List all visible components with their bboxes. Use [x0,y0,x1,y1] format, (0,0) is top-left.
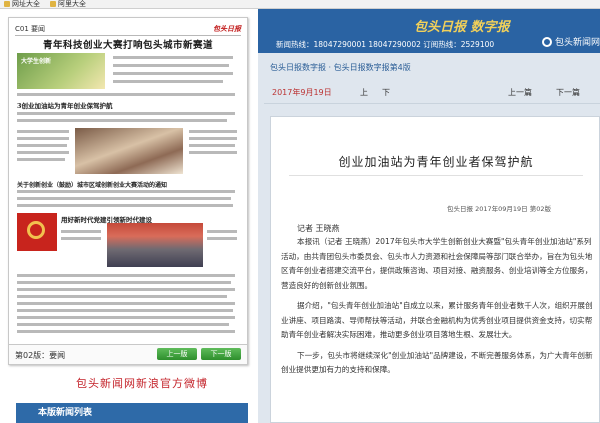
news-list-title: 本版新闻列表 [16,403,248,423]
paper-header: C01 要闻 包头日报 [15,23,241,36]
text-line [17,151,69,154]
favorite-icon [50,1,56,7]
article-author: 记者 王晓燕 [297,224,340,233]
text-line [17,112,235,115]
prev-page-button[interactable]: 上一版 [157,348,197,360]
text-line [17,295,227,298]
text-line [17,309,233,312]
favorite-label: 网址大全 [12,0,40,8]
paper-subhead-2[interactable]: 3创业加油站为青年创业保驾护航 [17,100,113,110]
text-line [17,302,235,305]
breadcrumb[interactable]: 包头日报数字报 · 包头日报数字报第4版 [258,58,600,78]
text-line [113,80,223,83]
text-line [17,316,235,319]
text-line [17,93,235,96]
article-paragraph: 下一步，包头市将继续深化"创业加油站"品牌建设，不断完善服务体系，为广大青年创新… [281,350,593,375]
divider [289,175,583,176]
divider [264,103,600,104]
text-line [17,130,69,133]
text-line [17,288,235,291]
paper-headline[interactable]: 青年科技创业大赛打响包头城市新赛道 [15,37,241,51]
paper-page-label: C01 要闻 [15,25,46,33]
text-line [61,230,101,233]
paper-footer: 第02版：要闻 上一版 下一版 [9,344,247,364]
paper-photo-2[interactable] [75,128,183,174]
paper-footer-label: 第02版：要闻 [15,351,66,360]
article-paragraph: 据介绍，"包头青年创业加油站"自成立以来，累计服务青年创业者数千人次，组织开展创… [281,301,593,339]
emblem-icon [27,221,45,239]
text-line [17,144,67,147]
brand-logo[interactable]: 包头日报 数字报 [414,16,510,35]
text-line [17,330,235,333]
text-line [113,72,233,75]
text-line [17,190,235,193]
article-title: 创业加油站为青年创业者保驾护航 [338,155,534,169]
text-line [17,137,69,140]
text-line [113,56,233,59]
prev-issue-link[interactable]: 上 [360,87,368,98]
left-panel: C01 要闻 包头日报 青年科技创业大赛打响包头城市新赛道 大学生创新 3创业加… [0,9,258,423]
prev-article-link[interactable]: 上一篇 [508,87,532,98]
favorite-link-2[interactable]: 阿里大全 [50,0,86,9]
paper-subhead-3[interactable]: 关于创新创业（鼓励）城市区域创新创业大赛活动的通知 [17,180,167,189]
favorite-icon [4,1,10,7]
text-line [17,119,227,122]
text-line [61,237,101,240]
text-line [207,230,237,233]
newspaper-page-thumbnail[interactable]: C01 要闻 包头日报 青年科技创业大赛打响包头城市新赛道 大学生创新 3创业加… [8,17,248,365]
hotline-text: 新闻热线：18047290001 18047290002 订阅热线：252910… [276,40,495,49]
article-paragraph: 本报讯（记者 王晓燕）2017年包头市大学生创新创业大赛暨"包头青年创业加油站"… [281,237,593,290]
text-line [17,281,231,284]
paper-photo-1[interactable]: 大学生创新 [17,53,105,89]
date-navigation-bar: 2017年9月19日 上 下 上一篇 下一篇 [264,86,600,100]
text-line [207,237,237,240]
text-line [189,144,235,147]
site-logo-icon [542,36,552,47]
paper-photo-caption: 大学生创新 [21,58,52,65]
text-line [17,274,235,277]
text-line [189,130,237,133]
party-emblem-image [17,213,57,251]
paper-logo: 包头日报 [213,24,241,33]
favorite-link-1[interactable]: 网址大全 [4,0,40,9]
text-line [17,323,229,326]
article-panel: 创业加油站为青年创业者保驾护航 包头日报 2017年09月19日 第02版 记者… [270,116,600,423]
favorite-label: 阿里大全 [58,0,86,8]
article-meta: 包头日报 2017年09月19日 第02版 [447,205,551,213]
text-line [17,158,65,161]
site-link[interactable]: 包头新闻网 [542,35,600,48]
text-line [113,64,229,67]
issue-date: 2017年9月19日 [272,88,332,97]
site-header: 包头日报 数字报 新闻热线：18047290001 18047290002 订阅… [258,9,600,53]
next-issue-link[interactable]: 下 [382,87,390,98]
text-line [189,151,237,154]
next-article-link[interactable]: 下一篇 [556,87,580,98]
browser-favorites-bar: 网址大全 阿里大全 [0,0,600,9]
text-line [17,197,231,200]
paper-photo-3[interactable] [107,223,203,267]
article-body: 本报讯（记者 王晓燕）2017年包头市大学生创新创业大赛暨"包头青年创业加油站"… [281,235,593,384]
next-page-button[interactable]: 下一版 [201,348,241,360]
text-line [189,137,237,140]
weibo-link[interactable]: 包头新闻网新浪官方微博 [76,375,208,391]
site-name: 包头新闻网 [555,38,600,48]
text-line [17,204,233,207]
